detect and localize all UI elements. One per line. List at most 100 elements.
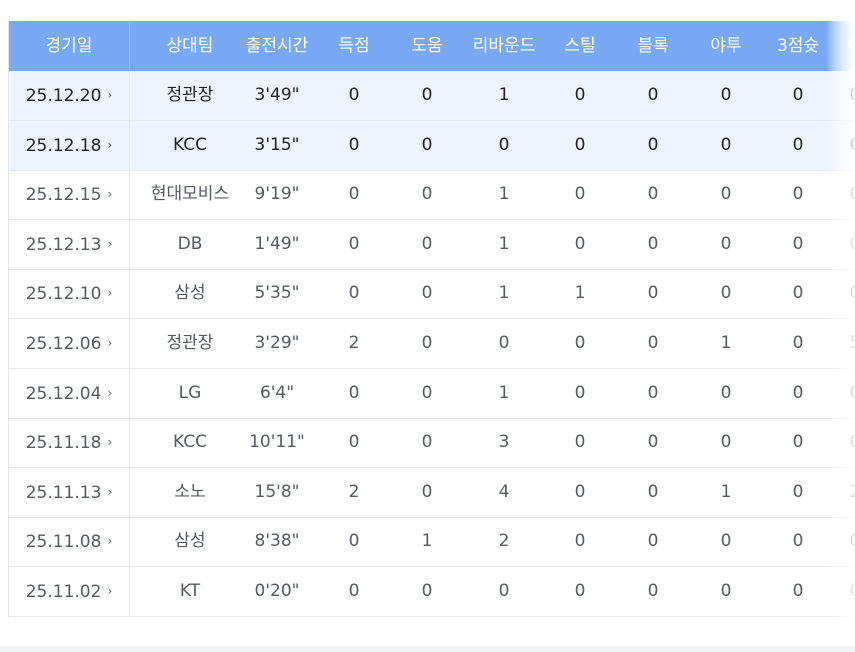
game-date-link[interactable]: 25.12.10 › bbox=[9, 269, 130, 319]
game-date-label: 25.12.06 bbox=[25, 334, 102, 354]
cell-opponent: LG bbox=[178, 382, 202, 403]
header-column-steals: 스틸 bbox=[564, 36, 596, 56]
cell-minutes: 6'4" bbox=[259, 382, 295, 403]
table-row: 25.12.18 › KCC 3'15" 0 0 0 0 0 0 0 0 bbox=[9, 120, 855, 171]
cell-field-goals: 0 bbox=[720, 581, 732, 601]
cell-three-pointers: 0 bbox=[792, 382, 804, 403]
cell-steals: 0 bbox=[574, 333, 586, 353]
cell-minutes: 0'20" bbox=[254, 581, 300, 601]
chevron-right-icon: › bbox=[107, 385, 113, 400]
cell-opponent: 삼성 bbox=[174, 531, 206, 552]
cell-steals: 0 bbox=[574, 134, 586, 155]
game-date-link[interactable]: 25.12.13 › bbox=[9, 219, 130, 269]
cell-points: 0 bbox=[348, 233, 360, 254]
cell-steals: 0 bbox=[574, 382, 586, 403]
cell-blocks: 0 bbox=[647, 531, 659, 552]
cell-rebounds: 0 bbox=[498, 333, 510, 353]
cell-points: 0 bbox=[348, 581, 360, 601]
cell-points: 0 bbox=[348, 134, 360, 155]
bottom-divider bbox=[0, 646, 855, 652]
cell-rebounds: 1 bbox=[498, 233, 510, 254]
table-row: 25.11.08 › 삼성 8'38" 0 1 2 0 0 0 0 0 bbox=[9, 517, 855, 568]
game-date-label: 25.11.18 bbox=[25, 433, 102, 454]
cell-assists: 0 bbox=[421, 233, 433, 254]
cell-partial: 0 bbox=[835, 220, 855, 269]
cell-opponent: 정관장 bbox=[166, 85, 214, 105]
cell-three-pointers: 0 bbox=[792, 184, 804, 205]
cell-three-pointers: 0 bbox=[792, 531, 804, 552]
header-column-opponent: 상대팀 bbox=[166, 36, 214, 56]
cell-assists: 0 bbox=[421, 184, 433, 205]
cell-three-pointers: 0 bbox=[792, 134, 804, 155]
chevron-right-icon: › bbox=[107, 286, 113, 301]
cell-three-pointers: 0 bbox=[792, 85, 804, 105]
chevron-right-icon: › bbox=[107, 435, 113, 450]
cell-rebounds: 3 bbox=[498, 432, 510, 453]
game-date-link[interactable]: 25.12.04 › bbox=[9, 368, 130, 418]
cell-field-goals: 0 bbox=[720, 531, 732, 552]
cell-points: 0 bbox=[348, 85, 360, 105]
cell-blocks: 0 bbox=[647, 283, 659, 304]
cell-partial: 0 bbox=[835, 517, 855, 566]
cell-opponent: KT bbox=[179, 581, 201, 601]
table-row: 25.12.15 › 현대모비스 9'19" 0 0 1 0 0 0 0 0 bbox=[9, 170, 855, 221]
game-date-link[interactable]: 25.11.13 › bbox=[9, 467, 130, 517]
chevron-right-icon: › bbox=[107, 236, 113, 251]
cell-blocks: 0 bbox=[647, 333, 659, 353]
cell-partial: 0 bbox=[835, 170, 855, 219]
table-row: 25.12.10 › 삼성 5'35" 0 0 1 1 0 0 0 0 bbox=[9, 269, 855, 320]
chevron-right-icon: › bbox=[107, 187, 113, 202]
game-date-link[interactable]: 25.11.08 › bbox=[9, 517, 130, 567]
chevron-right-icon: › bbox=[107, 88, 113, 102]
cell-field-goals: 0 bbox=[720, 382, 732, 403]
cell-assists: 0 bbox=[421, 134, 433, 155]
cell-assists: 0 bbox=[421, 432, 433, 453]
cell-opponent: DB bbox=[177, 233, 203, 254]
header-column-date: 경기일 bbox=[9, 21, 130, 71]
game-date-link[interactable]: 25.12.20 › bbox=[9, 71, 130, 120]
cell-partial: 0 bbox=[835, 567, 855, 616]
cell-minutes: 5'35" bbox=[254, 283, 300, 304]
game-date-link[interactable]: 25.11.02 › bbox=[9, 567, 130, 616]
cell-points: 0 bbox=[348, 184, 360, 205]
game-date-link[interactable]: 25.12.18 › bbox=[9, 120, 130, 170]
cell-steals: 1 bbox=[574, 283, 586, 304]
cell-opponent: KCC bbox=[173, 432, 207, 453]
cell-points: 2 bbox=[348, 333, 360, 353]
cell-assists: 0 bbox=[421, 581, 433, 601]
cell-steals: 0 bbox=[574, 85, 586, 105]
cell-rebounds: 2 bbox=[498, 531, 510, 552]
cell-points: 0 bbox=[348, 382, 360, 403]
game-date-link[interactable]: 25.12.06 › bbox=[9, 319, 130, 368]
cell-field-goals: 1 bbox=[720, 333, 732, 353]
cell-partial: 0 bbox=[835, 369, 855, 418]
table-header: 경기일 상대팀 출전시간 득점 도움 리바운드 스틸 블록 야투 3점슛 이 bbox=[9, 21, 855, 71]
cell-steals: 0 bbox=[574, 184, 586, 205]
chevron-right-icon: › bbox=[107, 534, 113, 549]
cell-points: 0 bbox=[348, 283, 360, 304]
table-row: 25.12.06 › 정관장 3'29" 2 0 0 0 0 1 0 5 bbox=[9, 319, 855, 369]
cell-field-goals: 0 bbox=[720, 233, 732, 254]
game-date-link[interactable]: 25.11.18 › bbox=[9, 418, 130, 468]
game-date-link[interactable]: 25.12.15 › bbox=[9, 170, 130, 220]
cell-rebounds: 1 bbox=[498, 382, 510, 403]
cell-three-pointers: 0 bbox=[792, 283, 804, 304]
game-date-label: 25.12.10 bbox=[25, 284, 102, 305]
header-column-minutes: 출전시간 bbox=[245, 36, 309, 56]
cell-field-goals: 0 bbox=[720, 85, 732, 105]
table-row: 25.12.04 › LG 6'4" 0 0 1 0 0 0 0 0 bbox=[9, 368, 855, 419]
cell-rebounds: 1 bbox=[498, 184, 510, 205]
header-column-three-pointers: 3점슛 bbox=[776, 36, 820, 56]
game-date-label: 25.12.18 bbox=[25, 135, 102, 156]
game-date-label: 25.12.20 bbox=[25, 86, 102, 106]
header-column-partial: 이 bbox=[835, 21, 855, 71]
cell-minutes: 15'8" bbox=[254, 481, 300, 502]
game-date-label: 25.12.13 bbox=[25, 234, 102, 255]
game-date-label: 25.11.02 bbox=[25, 582, 102, 602]
cell-three-pointers: 0 bbox=[792, 481, 804, 502]
game-date-label: 25.11.13 bbox=[25, 482, 102, 503]
cell-points: 2 bbox=[348, 481, 360, 502]
header-column-field-goals: 야투 bbox=[710, 36, 742, 56]
chevron-right-icon: › bbox=[107, 336, 113, 350]
cell-rebounds: 0 bbox=[498, 134, 510, 155]
